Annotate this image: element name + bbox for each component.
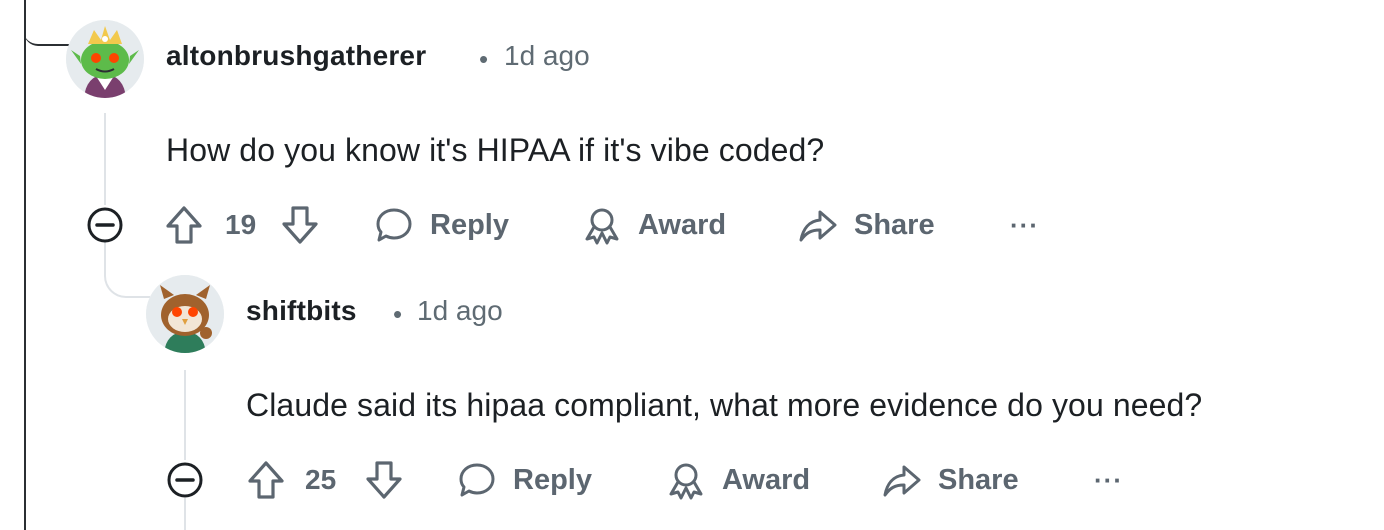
comment-bubble-icon — [459, 463, 495, 497]
avatar[interactable] — [146, 275, 224, 353]
award-icon — [669, 463, 703, 500]
thread-connector-2 — [104, 240, 150, 298]
meta-separator: • — [479, 44, 489, 74]
thread-rail-outer — [24, 0, 26, 530]
vote-count: 19 — [225, 209, 257, 240]
more-options-button[interactable]: ··· — [1094, 465, 1123, 496]
upvote-icon[interactable] — [164, 204, 204, 246]
snoo-avatar-green-icon — [66, 20, 144, 98]
comment-bubble-icon — [376, 208, 412, 242]
award-button[interactable]: Award — [582, 205, 726, 245]
snoo-avatar-owl-icon — [146, 275, 224, 353]
share-button[interactable]: Share — [882, 460, 1019, 500]
comment-timestamp[interactable]: 1d ago — [504, 40, 590, 72]
vote-count: 25 — [305, 464, 337, 495]
share-arrow-icon — [799, 210, 837, 242]
downvote-icon[interactable] — [364, 459, 404, 501]
reply-button[interactable]: Reply — [374, 205, 509, 245]
share-button[interactable]: Share — [798, 205, 935, 245]
reply-label: Reply — [513, 463, 592, 496]
more-options-button[interactable]: ··· — [1010, 210, 1039, 241]
comment-timestamp[interactable]: 1d ago — [417, 295, 503, 327]
collapse-icon[interactable] — [86, 206, 124, 244]
share-label: Share — [938, 463, 1019, 496]
share-label: Share — [854, 208, 935, 241]
thread-line-2 — [184, 370, 186, 460]
share-arrow-icon — [883, 465, 921, 497]
award-button[interactable]: Award — [666, 460, 810, 500]
downvote-icon[interactable] — [280, 204, 320, 246]
reply-button[interactable]: Reply — [457, 460, 592, 500]
award-label: Award — [638, 208, 727, 241]
award-label: Award — [722, 463, 811, 496]
comment-author[interactable]: altonbrushgatherer — [166, 40, 426, 72]
comment-body: Claude said its hipaa compliant, what mo… — [246, 387, 1203, 423]
collapse-icon[interactable] — [166, 461, 204, 499]
thread-line-1 — [104, 113, 106, 205]
comment-author[interactable]: shiftbits — [246, 295, 357, 327]
meta-separator: • — [393, 299, 403, 329]
award-icon — [585, 208, 619, 245]
avatar[interactable] — [66, 20, 144, 98]
upvote-icon[interactable] — [246, 459, 286, 501]
thread-connector-1 — [24, 0, 70, 46]
comment-body: How do you know it's HIPAA if it's vibe … — [166, 132, 825, 168]
thread-line-2-tail — [184, 498, 186, 530]
reply-label: Reply — [430, 208, 509, 241]
